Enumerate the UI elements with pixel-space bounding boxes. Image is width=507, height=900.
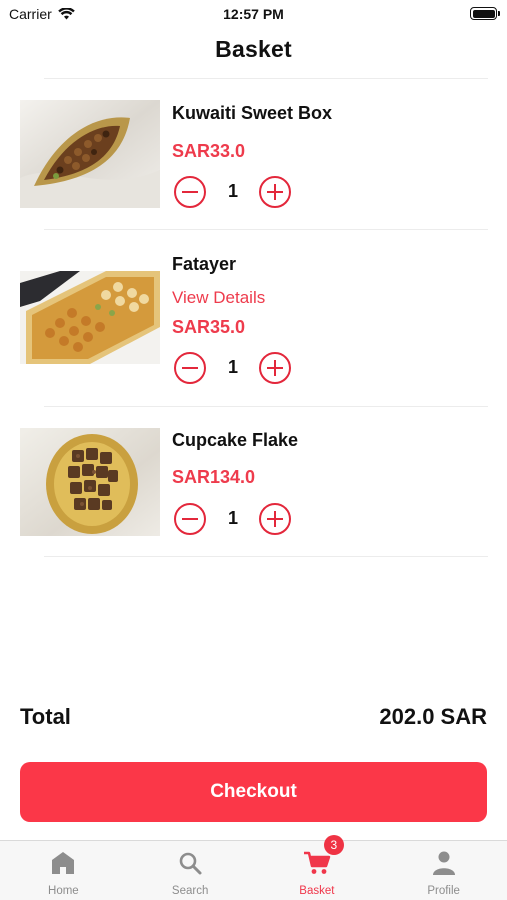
product-image[interactable] (20, 428, 160, 536)
item-divider (44, 556, 488, 557)
page-title: Basket (215, 36, 292, 62)
home-icon (52, 852, 75, 874)
product-name: Kuwaiti Sweet Box (172, 103, 333, 123)
tab-search[interactable]: Search (127, 841, 254, 900)
status-bar: Carrier 12:57 PM (0, 0, 507, 28)
total-label: Total (20, 704, 71, 729)
product-name: Fatayer (172, 254, 237, 274)
tab-label: Basket (299, 885, 335, 897)
increase-quantity-button[interactable] (259, 176, 291, 208)
decrease-quantity-button[interactable] (174, 503, 206, 535)
view-details-link[interactable]: View Details (172, 288, 265, 308)
item-divider (44, 406, 488, 407)
tab-basket[interactable]: 3 Basket (254, 835, 381, 900)
product-price: SAR33.0 (172, 141, 246, 161)
tab-label: Home (48, 885, 79, 897)
tab-home[interactable]: Home (0, 841, 127, 900)
item-divider (44, 229, 488, 230)
product-price: SAR134.0 (172, 467, 256, 487)
decrease-quantity-button[interactable] (174, 176, 206, 208)
product-price: SAR35.0 (172, 317, 246, 337)
total-value: 202.0 SAR (379, 704, 487, 729)
decrease-quantity-button[interactable] (174, 352, 206, 384)
person-icon (432, 851, 455, 875)
tab-profile[interactable]: Profile (380, 841, 507, 900)
tab-bar: Home Search 3 Basket Profile (0, 835, 507, 900)
quantity-value: 1 (227, 181, 238, 201)
cart-icon (303, 851, 331, 874)
product-image[interactable] (20, 271, 160, 364)
tab-label: Search (171, 885, 209, 897)
product-image[interactable] (20, 100, 160, 208)
search-icon (179, 852, 202, 875)
cart-count-badge: 3 (323, 835, 344, 855)
checkout-button[interactable]: Checkout (20, 762, 487, 822)
increase-quantity-button[interactable] (259, 503, 291, 535)
quantity-value: 1 (227, 508, 238, 528)
battery-icon (470, 7, 500, 20)
product-name: Cupcake Flake (172, 430, 299, 450)
status-time: 12:57 PM (223, 6, 284, 22)
header-divider (44, 78, 488, 79)
tab-label: Profile (427, 885, 460, 897)
increase-quantity-button[interactable] (259, 352, 291, 384)
quantity-value: 1 (227, 357, 238, 377)
